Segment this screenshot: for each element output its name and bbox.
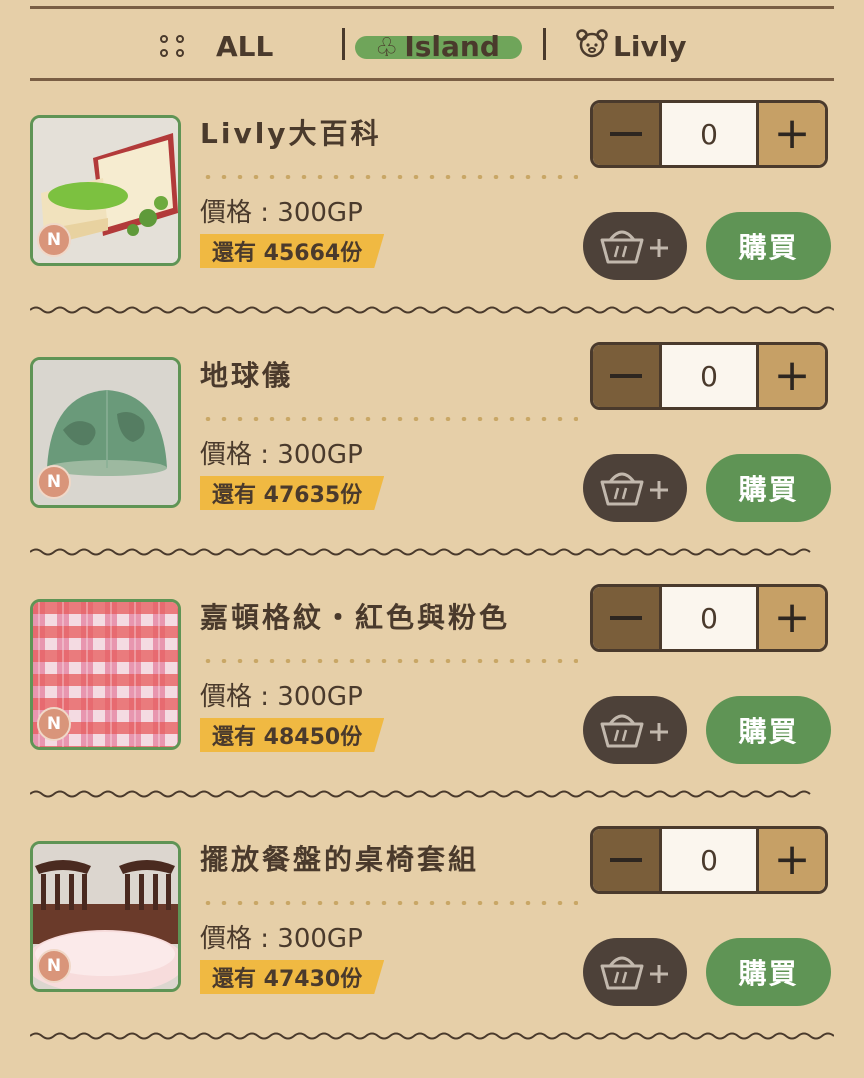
- basket-plus-icon: [600, 230, 668, 264]
- item-thumbnail[interactable]: N: [30, 841, 181, 992]
- tab-livly[interactable]: Livly: [575, 20, 687, 72]
- tab-island-highlight: ♧ Island: [355, 28, 522, 65]
- item-name: 擺放餐盤的桌椅套組: [200, 843, 480, 876]
- minus-icon: [610, 132, 642, 136]
- buy-button[interactable]: 購買: [706, 696, 831, 764]
- item-name: Livly大百科: [200, 117, 382, 150]
- tabs-bottom-divider: [30, 78, 834, 81]
- minus-icon: [610, 616, 642, 620]
- tab-separator: [543, 28, 546, 60]
- quantity-stepper: 0 +: [590, 826, 828, 894]
- basket-plus-icon: [600, 956, 668, 990]
- wavy-divider: [30, 306, 834, 314]
- item-price: 價格 : 300GP: [200, 682, 363, 712]
- item-thumbnail[interactable]: N: [30, 115, 181, 266]
- plus-icon: +: [773, 350, 811, 401]
- tab-all-label: ALL: [216, 29, 274, 63]
- dotted-divider: [200, 417, 578, 421]
- minus-icon: [610, 374, 642, 378]
- stock-remaining: 還有 48450份: [200, 718, 384, 752]
- quantity-stepper: 0 +: [590, 584, 828, 652]
- buy-button[interactable]: 購買: [706, 212, 831, 280]
- basket-plus-icon: [600, 714, 668, 748]
- increment-button[interactable]: +: [756, 829, 825, 891]
- dotted-divider: [200, 175, 578, 179]
- quantity-stepper: 0 +: [590, 342, 828, 410]
- tree-icon: ♧: [375, 32, 399, 63]
- decrement-button[interactable]: [593, 829, 662, 891]
- category-tabs: ALL ♧ Island Livly: [30, 20, 834, 72]
- shop-item: N Livly大百科 價格 : 300GP 還有 45664份 0 + 購買: [30, 100, 834, 352]
- minus-icon: [610, 858, 642, 862]
- stock-remaining: 還有 45664份: [200, 234, 384, 268]
- quantity-stepper: 0 +: [590, 100, 828, 168]
- item-price: 價格 : 300GP: [200, 440, 363, 470]
- tab-island-label: Island: [404, 29, 500, 63]
- stock-remaining: 還有 47430份: [200, 960, 384, 994]
- dots-grid-icon: [160, 35, 186, 57]
- tab-all[interactable]: ALL: [160, 20, 273, 72]
- increment-button[interactable]: +: [756, 345, 825, 407]
- dotted-divider: [200, 659, 578, 663]
- increment-button[interactable]: +: [756, 587, 825, 649]
- quantity-value[interactable]: 0: [662, 587, 756, 649]
- tab-separator: [342, 28, 345, 60]
- shop-item: N 擺放餐盤的桌椅套組 價格 : 300GP 還有 47430份 0 + 購買: [30, 826, 834, 1078]
- buy-button[interactable]: 購買: [706, 454, 831, 522]
- item-price: 價格 : 300GP: [200, 924, 363, 954]
- rarity-badge: N: [37, 223, 71, 257]
- add-to-basket-button[interactable]: [583, 696, 687, 764]
- decrement-button[interactable]: [593, 103, 662, 165]
- rarity-badge: N: [37, 465, 71, 499]
- basket-plus-icon: [600, 472, 668, 506]
- stock-remaining: 還有 47635份: [200, 476, 384, 510]
- item-price: 價格 : 300GP: [200, 198, 363, 228]
- dotted-divider: [200, 901, 578, 905]
- quantity-value[interactable]: 0: [662, 829, 756, 891]
- item-thumbnail[interactable]: N: [30, 357, 181, 508]
- top-divider: [30, 6, 834, 9]
- add-to-basket-button[interactable]: [583, 454, 687, 522]
- wavy-divider: [30, 790, 811, 798]
- shop-item: N 地球儀 價格 : 300GP 還有 47635份 0 + 購買: [30, 342, 834, 594]
- wavy-divider: [30, 1032, 834, 1040]
- tab-island[interactable]: ♧ Island: [355, 20, 522, 72]
- item-thumbnail[interactable]: N: [30, 599, 181, 750]
- item-name: 地球儀: [200, 359, 294, 392]
- quantity-value[interactable]: 0: [662, 103, 756, 165]
- add-to-basket-button[interactable]: [583, 212, 687, 280]
- plus-icon: +: [773, 108, 811, 159]
- decrement-button[interactable]: [593, 587, 662, 649]
- tab-livly-label: Livly: [613, 29, 687, 63]
- item-name: 嘉頓格紋・紅色與粉色: [200, 601, 511, 634]
- wavy-divider: [30, 548, 811, 556]
- shop-item: N 嘉頓格紋・紅色與粉色 價格 : 300GP 還有 48450份 0 + 購買: [30, 584, 834, 836]
- increment-button[interactable]: +: [756, 103, 825, 165]
- quantity-value[interactable]: 0: [662, 345, 756, 407]
- add-to-basket-button[interactable]: [583, 938, 687, 1006]
- rarity-badge: N: [37, 949, 71, 983]
- rarity-badge: N: [37, 707, 71, 741]
- plus-icon: +: [773, 592, 811, 643]
- livly-face-icon: [575, 28, 609, 65]
- plus-icon: +: [773, 834, 811, 885]
- decrement-button[interactable]: [593, 345, 662, 407]
- buy-button[interactable]: 購買: [706, 938, 831, 1006]
